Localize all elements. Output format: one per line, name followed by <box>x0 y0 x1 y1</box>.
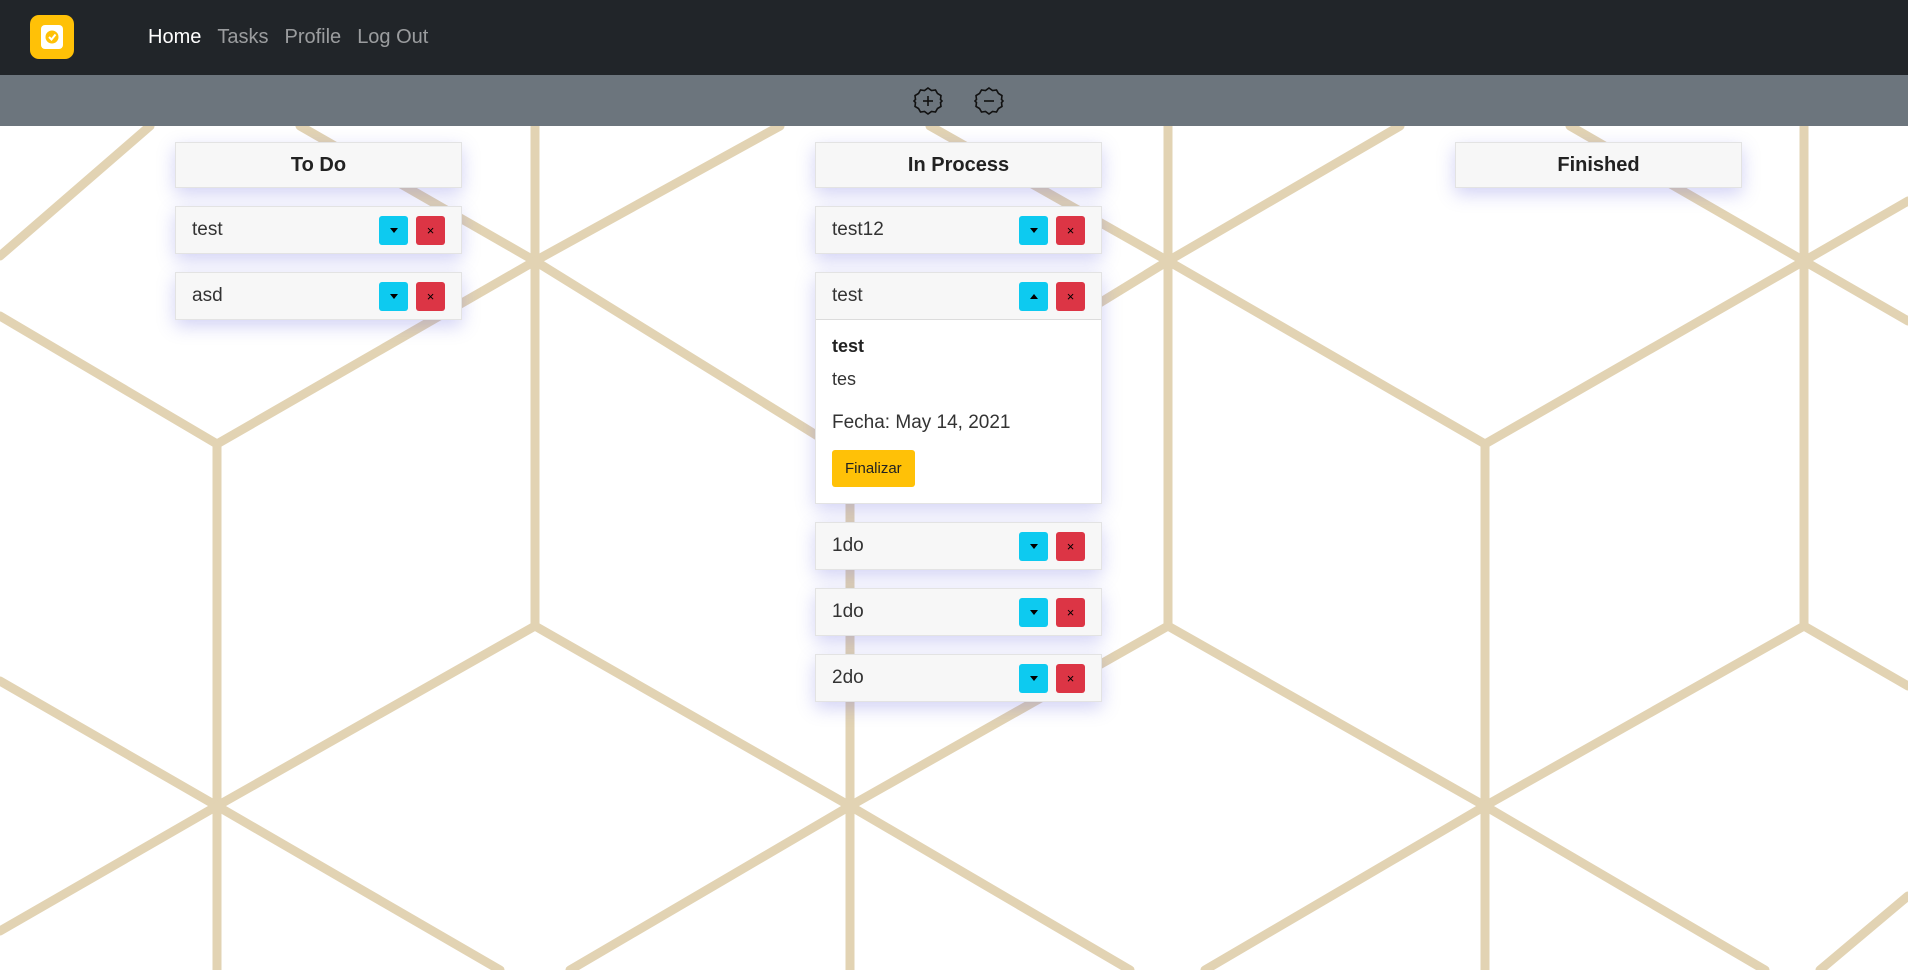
caret-down-icon <box>1029 675 1038 681</box>
caret-down-icon <box>389 293 398 299</box>
task-title: asd <box>192 285 223 306</box>
task-card[interactable]: test × <box>175 206 462 254</box>
caret-down-icon <box>389 227 398 233</box>
task-title: test <box>832 285 863 306</box>
app-logo[interactable] <box>30 15 74 59</box>
task-card[interactable]: test12 × <box>815 206 1102 254</box>
delete-button[interactable]: × <box>416 281 445 311</box>
board-toolbar <box>0 75 1908 126</box>
expand-button[interactable] <box>379 215 408 245</box>
task-card[interactable]: asd × <box>175 272 462 320</box>
nav-link-tasks[interactable]: Tasks <box>217 26 268 49</box>
caret-up-icon <box>1029 293 1038 299</box>
logo-icon <box>41 25 63 49</box>
task-title: 1do <box>832 535 864 556</box>
expand-button[interactable] <box>1019 531 1048 561</box>
collapse-button[interactable] <box>1019 281 1048 311</box>
task-card[interactable]: 1do × <box>815 522 1102 570</box>
delete-button[interactable]: × <box>1056 281 1085 311</box>
column-title: In Process <box>815 142 1102 188</box>
nav-link-home[interactable]: Home <box>148 26 201 49</box>
task-card[interactable]: 1do × <box>815 588 1102 636</box>
remove-task-button[interactable] <box>974 86 1004 116</box>
nav-link-logout[interactable]: Log Out <box>357 26 428 49</box>
caret-down-icon <box>1029 609 1038 615</box>
task-card[interactable]: 2do × <box>815 654 1102 702</box>
delete-button[interactable]: × <box>1056 531 1085 561</box>
task-card-expanded[interactable]: test × test tes Fecha: May 14, 2021 Fina… <box>815 272 1102 504</box>
task-detail-date: Fecha: May 14, 2021 <box>832 412 1011 433</box>
caret-down-icon <box>1029 227 1038 233</box>
delete-button[interactable]: × <box>1056 215 1085 245</box>
task-detail-title: test <box>832 336 865 356</box>
plus-circle-icon <box>913 87 943 115</box>
nav-links: Home Tasks Profile Log Out <box>148 0 444 75</box>
minus-circle-icon <box>974 87 1004 115</box>
task-detail-description: tes <box>832 369 857 389</box>
expand-button[interactable] <box>1019 597 1048 627</box>
finish-button[interactable]: Finalizar <box>832 450 915 487</box>
expand-button[interactable] <box>1019 663 1048 693</box>
add-task-button[interactable] <box>913 86 943 116</box>
nav-link-profile[interactable]: Profile <box>284 26 341 49</box>
top-navbar: Home Tasks Profile Log Out <box>0 0 1908 75</box>
task-details: test tes Fecha: May 14, 2021 Finalizar <box>816 320 1101 503</box>
delete-button[interactable]: × <box>416 215 445 245</box>
column-in-process: In Process test12 × test × test tes Fech… <box>815 142 1102 702</box>
task-title: 1do <box>832 601 864 622</box>
expand-button[interactable] <box>379 281 408 311</box>
column-title: To Do <box>175 142 462 188</box>
task-title: test12 <box>832 219 884 240</box>
delete-button[interactable]: × <box>1056 663 1085 693</box>
column-finished: Finished <box>1455 142 1742 188</box>
kanban-board: To Do test × asd × In Process test12 × t… <box>0 126 1908 970</box>
delete-button[interactable]: × <box>1056 597 1085 627</box>
caret-down-icon <box>1029 543 1038 549</box>
task-title: 2do <box>832 667 864 688</box>
column-todo: To Do test × asd × <box>175 142 462 320</box>
column-title: Finished <box>1455 142 1742 188</box>
expand-button[interactable] <box>1019 215 1048 245</box>
task-title: test <box>192 219 223 240</box>
